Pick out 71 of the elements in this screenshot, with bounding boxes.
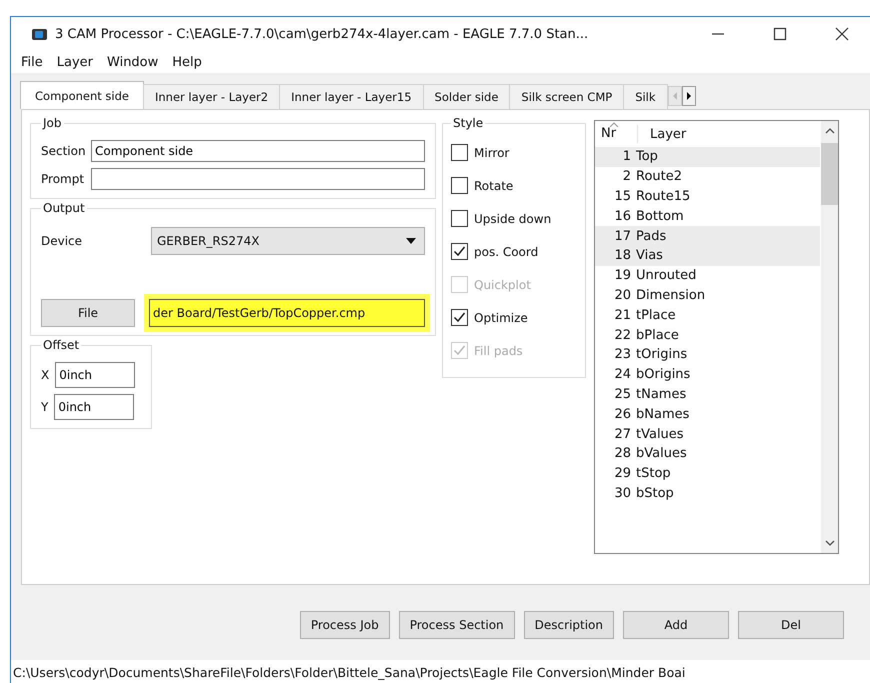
device-dropdown[interactable]: GERBER_RS274X xyxy=(151,227,425,255)
tab[interactable]: Component side xyxy=(20,81,144,109)
layer-row[interactable]: 28 bValues xyxy=(595,444,820,464)
group-title: Output xyxy=(42,201,86,215)
action-button[interactable]: Del xyxy=(738,611,844,639)
group-title: Offset xyxy=(42,338,80,352)
checkbox[interactable] xyxy=(451,210,468,227)
file-button[interactable]: File xyxy=(41,299,135,327)
action-button[interactable]: Add xyxy=(623,611,729,639)
checkbox-label: Upside down xyxy=(474,212,552,226)
scrollbar[interactable] xyxy=(821,121,838,553)
scroll-up-icon[interactable] xyxy=(824,127,834,135)
offset-x-field[interactable]: 0inch xyxy=(55,362,136,388)
checkbox-label: Mirror xyxy=(474,146,510,160)
layer-row[interactable]: 18 Vias xyxy=(595,246,820,266)
section-field[interactable]: Component side xyxy=(91,140,425,162)
layer-row[interactable]: 2 Route2 xyxy=(595,166,820,187)
menu-item[interactable]: Help xyxy=(166,52,208,72)
checkbox-label: Fill pads xyxy=(474,344,523,358)
dropdown-arrow-icon xyxy=(406,238,416,244)
tab[interactable]: Inner layer - Layer2 xyxy=(142,84,280,109)
action-button[interactable]: Process Job xyxy=(300,611,390,639)
checkbox[interactable] xyxy=(451,177,468,194)
layer-row[interactable]: 30 bStop xyxy=(595,484,820,504)
column-header[interactable]: Layer xyxy=(638,126,686,142)
checkbox[interactable] xyxy=(451,144,468,161)
close-icon[interactable] xyxy=(835,27,849,41)
scrollbar-thumb[interactable] xyxy=(821,143,838,205)
layer-row[interactable]: 23 tOrigins xyxy=(595,344,820,365)
layer-row[interactable]: 26 bNames xyxy=(595,404,820,424)
field-label: Section xyxy=(41,144,85,158)
status-bar: C:\Users\codyr\Documents\ShareFile\Folders\Folder\Bittele_Sana\Projects\Eagle File Conversion\Minder Boai xyxy=(11,660,870,683)
layer-row[interactable]: 16 Bottom xyxy=(595,206,820,226)
sort-icon xyxy=(609,122,619,127)
group-title: Job xyxy=(41,116,62,130)
checkbox[interactable] xyxy=(451,243,468,260)
action-button[interactable]: Process Section xyxy=(398,611,515,639)
layer-row[interactable]: 27 tValues xyxy=(595,424,820,444)
checkbox-label: pos. Coord xyxy=(474,244,538,258)
group-title: Style xyxy=(452,116,484,130)
field-label: Device xyxy=(41,234,84,248)
layer-row[interactable]: 21 tPlace xyxy=(595,305,820,326)
field-label: Prompt xyxy=(41,172,85,186)
checkbox[interactable] xyxy=(451,309,468,326)
menu-item[interactable]: File xyxy=(15,52,49,72)
layer-row[interactable]: 24 bOrigins xyxy=(595,364,820,385)
column-header[interactable]: Nr xyxy=(595,125,638,143)
checkbox-label: Quickplot xyxy=(474,278,531,292)
prompt-field[interactable] xyxy=(91,168,425,190)
scroll-right-icon[interactable] xyxy=(682,86,696,106)
field-label: X xyxy=(41,368,50,382)
tab[interactable]: Silk xyxy=(623,84,668,109)
layer-row[interactable]: 25 tNames xyxy=(595,384,820,404)
layer-row[interactable]: 20 Dimension xyxy=(595,286,820,306)
window-title: 3 CAM Processor - C:\EAGLE-7.7.0\cam\gerb274x-4layer.cam - EAGLE 7.7.0 Stan... xyxy=(55,26,590,42)
field-label: Y xyxy=(41,400,48,414)
menu-item[interactable]: Window xyxy=(101,52,164,72)
app-icon xyxy=(31,27,49,41)
action-button[interactable]: Description xyxy=(524,611,614,639)
layer-row[interactable]: 29 tStop xyxy=(595,464,820,484)
offset-y-field[interactable]: 0inch xyxy=(54,394,134,420)
scroll-down-icon[interactable] xyxy=(824,539,834,547)
layer-row[interactable]: 19 Unrouted xyxy=(595,266,820,286)
maximize-icon[interactable] xyxy=(773,27,787,41)
layer-row[interactable]: 22 bPlace xyxy=(595,325,820,345)
layer-row[interactable]: 17 Pads xyxy=(595,226,820,246)
layer-row[interactable]: 1 Top xyxy=(595,147,820,167)
checkbox-label: Optimize xyxy=(474,310,528,324)
layer-row[interactable]: 15 Route15 xyxy=(595,186,820,206)
checkbox-label: Rotate xyxy=(474,178,514,192)
menu-item[interactable]: Layer xyxy=(50,52,100,72)
